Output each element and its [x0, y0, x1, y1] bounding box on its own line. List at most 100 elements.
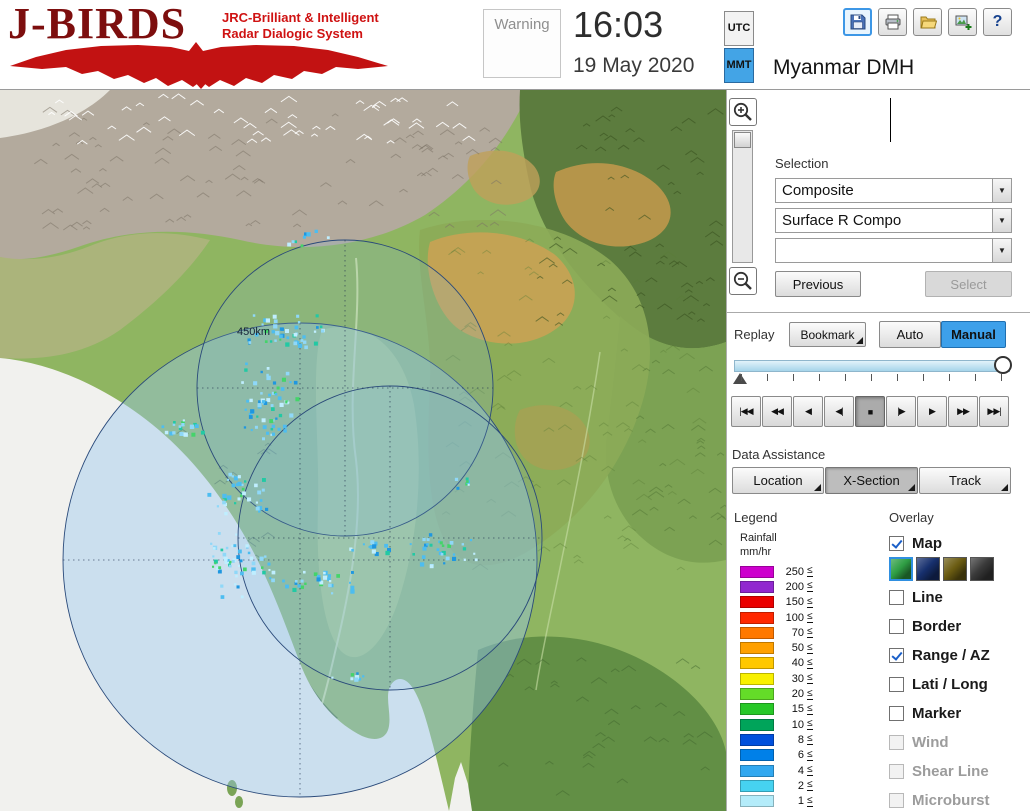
playback-controls: |◀◀ ◀◀ ◀ ◀| ■ |▶ ▶ ▶▶ ▶▶|: [731, 396, 1012, 427]
overlay-item-label: Map: [912, 534, 942, 552]
legend-swatch: [740, 688, 774, 701]
legend-row: 6 ≤: [740, 748, 813, 763]
legend-swatch: [740, 703, 774, 716]
skip-to-end-button[interactable]: ▶▶|: [979, 396, 1009, 427]
fast-forward-button[interactable]: ▶▶: [948, 396, 978, 427]
control-panel: Selection Composite ▼ Surface R Compo ▼ …: [726, 90, 1030, 811]
line-checkbox[interactable]: [889, 590, 904, 605]
header-bar: J-BIRDS JRC-Brilliant & Intelligent Rada…: [0, 0, 1030, 90]
overlay-item-label: Shear Line: [912, 763, 989, 780]
chevron-down-icon[interactable]: ▼: [992, 179, 1011, 202]
data-assistance-label: Data Assistance: [732, 447, 826, 462]
extra-dropdown[interactable]: ▼: [775, 238, 1012, 263]
selection-label: Selection: [775, 156, 829, 171]
folder-icon: [920, 16, 937, 29]
legend-unit-line2: mm/hr: [740, 546, 772, 559]
legend-swatch: [740, 672, 774, 685]
overlay-item-line[interactable]: Line: [889, 583, 1030, 612]
add-image-icon: [955, 15, 971, 30]
legend-row: 4 ≤: [740, 763, 813, 778]
site-title: Myanmar DMH: [773, 56, 915, 79]
map-style-swatch-gray[interactable]: [970, 557, 994, 581]
step-forward-button[interactable]: |▶: [886, 396, 916, 427]
legend-swatch: [740, 565, 774, 578]
legend-row: 8 ≤: [740, 732, 813, 747]
overlay-item-range-az[interactable]: Range / AZ: [889, 641, 1030, 670]
map-style-swatch-green[interactable]: [889, 557, 913, 581]
chevron-down-icon[interactable]: ▼: [992, 209, 1011, 232]
zoom-slider[interactable]: [732, 130, 753, 263]
track-button-label: Track: [948, 473, 982, 488]
overlay-item-label: Border: [912, 618, 962, 635]
step-back-button[interactable]: ◀|: [824, 396, 854, 427]
clock-time: 16:03: [573, 4, 664, 45]
text-cursor: [890, 98, 891, 142]
overlay-label: Overlay: [889, 510, 934, 525]
save-button[interactable]: [843, 8, 872, 36]
xsection-button-label: X-Section: [843, 473, 900, 488]
overlay-item-shear-line: Shear Line: [889, 757, 1030, 786]
legend-label: Legend: [734, 510, 778, 525]
play-button[interactable]: ▶: [917, 396, 947, 427]
bookmark-button[interactable]: Bookmark: [789, 322, 866, 347]
legend-swatch: [740, 718, 774, 731]
replay-label: Replay: [734, 327, 775, 342]
overlay-item-map[interactable]: Map: [889, 531, 1030, 555]
map-style-swatch-navy[interactable]: [916, 557, 940, 581]
marker-checkbox[interactable]: [889, 706, 904, 721]
xsection-button[interactable]: X-Section: [825, 467, 918, 494]
radar-map-canvas[interactable]: 450km: [0, 90, 726, 811]
fast-rewind-button[interactable]: ◀◀: [762, 396, 792, 427]
map-style-swatches: [889, 555, 1030, 583]
legend-unit-line1: Rainfall: [740, 532, 777, 544]
overlay-list: Map Line Border Range / AZ Lati / Long M…: [889, 531, 1030, 811]
manual-button[interactable]: Manual: [941, 321, 1006, 348]
help-button[interactable]: ?: [983, 8, 1012, 36]
range-az-checkbox[interactable]: [889, 648, 904, 663]
zoom-out-button[interactable]: [729, 267, 757, 295]
overlay-item-marker[interactable]: Marker: [889, 699, 1030, 728]
map-style-swatch-olive[interactable]: [943, 557, 967, 581]
chevron-down-icon[interactable]: ▼: [992, 239, 1011, 262]
zoom-in-button[interactable]: [729, 98, 757, 126]
product-dropdown[interactable]: Surface R Compo ▼: [775, 208, 1012, 233]
previous-button[interactable]: Previous: [775, 271, 861, 297]
zoom-slider-thumb[interactable]: [734, 132, 751, 148]
legend-swatch: [740, 611, 774, 624]
eagle-icon: [10, 42, 388, 89]
print-button[interactable]: [878, 8, 907, 36]
legend-row: 50 ≤: [740, 640, 813, 655]
lati-long-checkbox[interactable]: [889, 677, 904, 692]
overlay-item-label: Lati / Long: [912, 676, 988, 693]
overlay-item-border[interactable]: Border: [889, 612, 1030, 641]
composite-dropdown[interactable]: Composite ▼: [775, 178, 1012, 203]
warning-label: Warning: [494, 16, 550, 33]
logo-tagline-line1: JRC-Brilliant & Intelligent: [222, 10, 379, 25]
auto-button[interactable]: Auto: [879, 321, 941, 348]
legend-swatch: [740, 749, 774, 762]
play-reverse-button[interactable]: ◀: [793, 396, 823, 427]
skip-to-start-button[interactable]: |◀◀: [731, 396, 761, 427]
warning-indicator[interactable]: Warning: [483, 9, 561, 78]
replay-timeline-slider[interactable]: [734, 356, 1012, 374]
timezone-utc-button[interactable]: UTC: [724, 11, 754, 46]
radar-map[interactable]: 450km: [0, 90, 726, 811]
magnifier-minus-icon: [733, 271, 752, 290]
timeline-thumb[interactable]: [994, 356, 1012, 374]
export-image-button[interactable]: [948, 8, 977, 36]
divider: [727, 312, 1030, 314]
timezone-mmt-button[interactable]: MMT: [724, 48, 754, 83]
product-dropdown-value: Surface R Compo: [782, 212, 902, 229]
open-folder-button[interactable]: [913, 8, 942, 36]
legend-row: 150 ≤: [740, 595, 813, 610]
overlay-item-lati-long[interactable]: Lati / Long: [889, 670, 1030, 699]
select-button[interactable]: Select: [925, 271, 1012, 297]
border-checkbox[interactable]: [889, 619, 904, 634]
stop-button[interactable]: ■: [855, 396, 885, 427]
track-button[interactable]: Track: [919, 467, 1011, 494]
corner-menu-icon: [814, 484, 821, 491]
jbirds-logo: J-BIRDS JRC-Brilliant & Intelligent Rada…: [6, 0, 416, 90]
map-checkbox[interactable]: [889, 535, 904, 551]
corner-menu-icon: [908, 484, 915, 491]
location-button[interactable]: Location: [732, 467, 824, 494]
